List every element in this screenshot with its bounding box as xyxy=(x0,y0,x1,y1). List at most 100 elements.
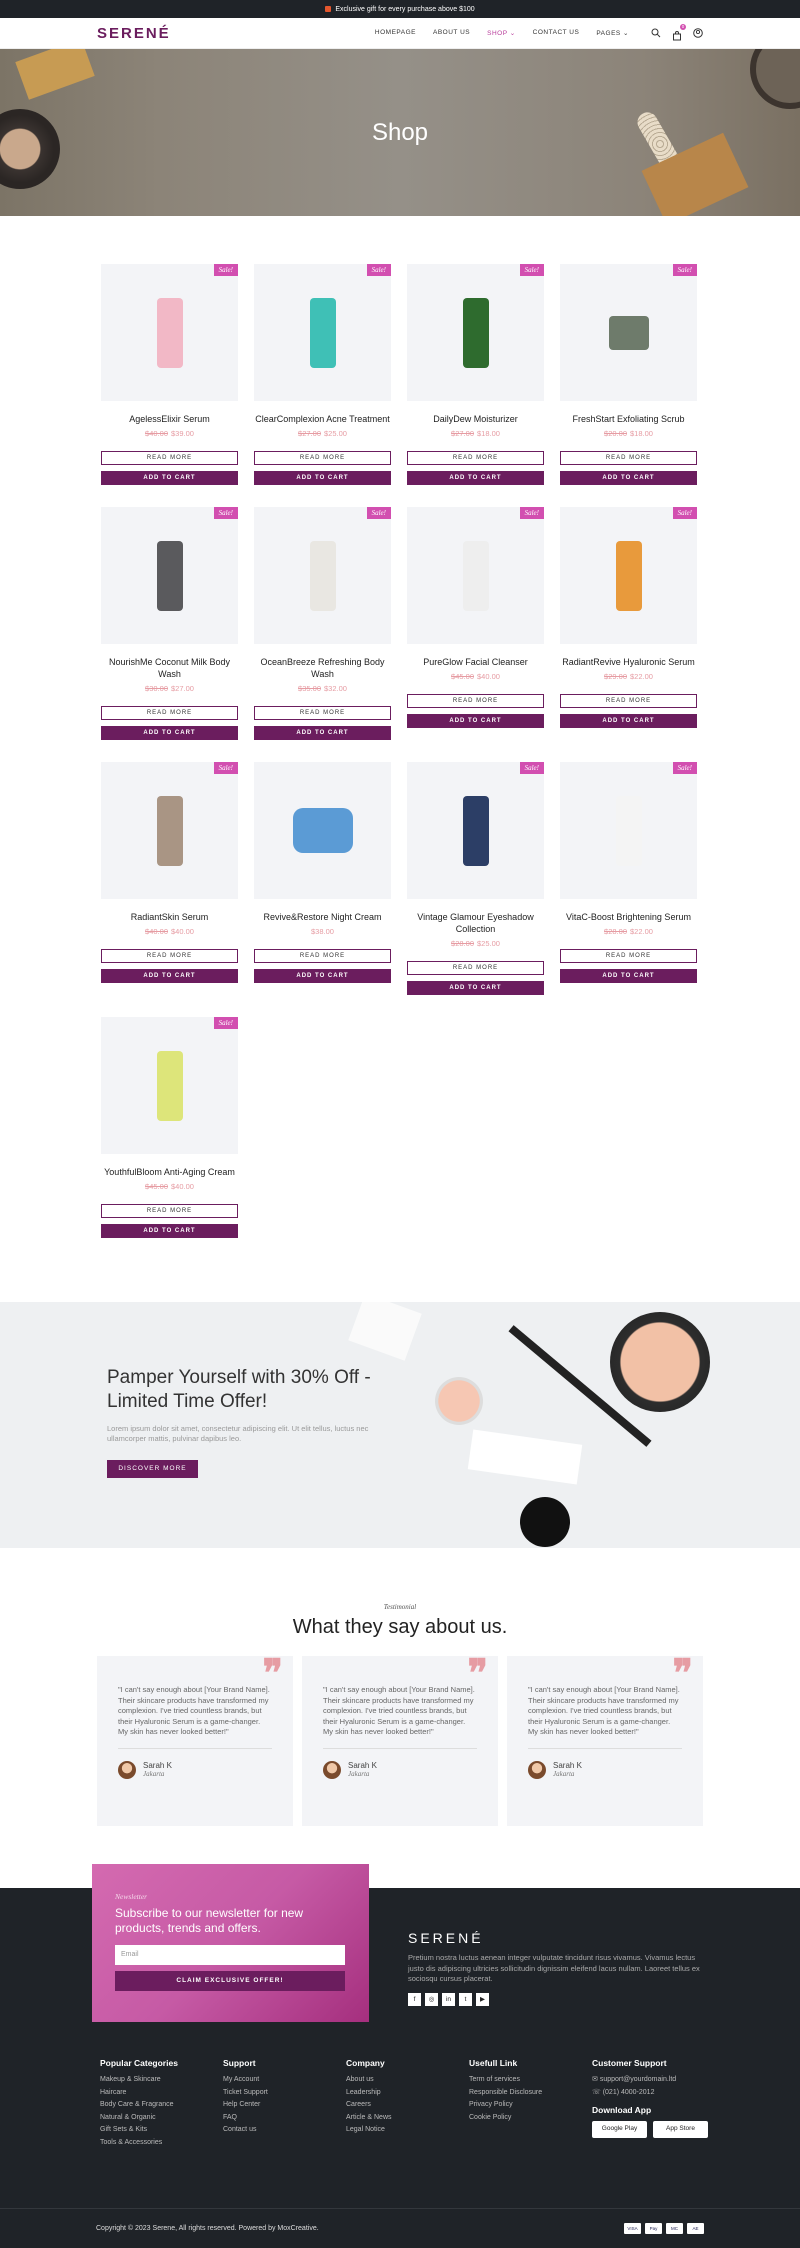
read-more-button[interactable]: READ MORE xyxy=(560,694,697,708)
read-more-button[interactable]: READ MORE xyxy=(560,949,697,963)
product-name[interactable]: YouthfulBloom Anti-Aging Cream xyxy=(101,1166,238,1178)
product-name[interactable]: OceanBreeze Refreshing Body Wash xyxy=(254,656,391,680)
product-image[interactable]: Sale! xyxy=(560,762,697,899)
account-icon[interactable] xyxy=(693,28,703,38)
product-name[interactable]: Revive&Restore Night Cream xyxy=(254,911,391,923)
discover-more-button[interactable]: DISCOVER MORE xyxy=(107,1460,198,1478)
footer-link[interactable]: My Account xyxy=(223,2074,346,2087)
product-image[interactable]: Sale! xyxy=(101,1017,238,1154)
site-logo[interactable]: SERENÉ xyxy=(97,25,171,42)
footer-link[interactable]: Cookie Policy xyxy=(469,2112,592,2125)
product-name[interactable]: Vintage Glamour Eyeshadow Collection xyxy=(407,911,544,935)
read-more-button[interactable]: READ MORE xyxy=(101,451,238,465)
search-icon[interactable] xyxy=(651,28,661,38)
footer-link[interactable]: Term of services xyxy=(469,2074,592,2087)
add-to-cart-button[interactable]: ADD TO CART xyxy=(560,714,697,728)
cart-icon[interactable]: 0 xyxy=(672,24,686,41)
footer-link[interactable]: Gift Sets & Kits xyxy=(100,2124,223,2137)
product-image[interactable]: Sale! xyxy=(101,507,238,644)
read-more-button[interactable]: READ MORE xyxy=(407,451,544,465)
footer-link[interactable]: FAQ xyxy=(223,2112,346,2125)
sale-badge: Sale! xyxy=(213,1017,238,1029)
instagram-icon[interactable]: ◎ xyxy=(425,1992,438,2006)
add-to-cart-button[interactable]: ADD TO CART xyxy=(101,471,238,485)
footer-link[interactable]: Haircare xyxy=(100,2087,223,2100)
nav-item[interactable]: SHOP ⌄ xyxy=(487,29,516,37)
add-to-cart-button[interactable]: ADD TO CART xyxy=(254,471,391,485)
footer-link[interactable]: About us xyxy=(346,2074,469,2087)
add-to-cart-button[interactable]: ADD TO CART xyxy=(254,969,391,983)
product-image[interactable]: Sale! xyxy=(407,264,544,401)
add-to-cart-button[interactable]: ADD TO CART xyxy=(254,726,391,740)
product-name[interactable]: FreshStart Exfoliating Scrub xyxy=(560,413,697,425)
facebook-icon[interactable]: f xyxy=(408,1992,421,2006)
product-image[interactable] xyxy=(254,762,391,899)
footer-link[interactable]: Responsible Disclosure xyxy=(469,2087,592,2100)
nav-item[interactable]: ABOUT US xyxy=(433,29,470,37)
nav-item[interactable]: CONTACT US xyxy=(533,29,580,37)
product-image[interactable]: Sale! xyxy=(407,507,544,644)
product-image[interactable]: Sale! xyxy=(254,507,391,644)
footer-link[interactable]: Contact us xyxy=(223,2124,346,2137)
read-more-button[interactable]: READ MORE xyxy=(254,451,391,465)
product-name[interactable]: DailyDew Moisturizer xyxy=(407,413,544,425)
read-more-button[interactable]: READ MORE xyxy=(101,706,238,720)
read-more-button[interactable]: READ MORE xyxy=(407,694,544,708)
footer-link[interactable]: Leadership xyxy=(346,2087,469,2100)
footer-link[interactable]: Tools & Accessories xyxy=(100,2137,223,2150)
youtube-icon[interactable]: ▶ xyxy=(476,1992,489,2006)
add-to-cart-button[interactable]: ADD TO CART xyxy=(407,981,544,995)
copyright-text: Copyright © 2023 Serene, All rights rese… xyxy=(96,2225,319,2232)
read-more-button[interactable]: READ MORE xyxy=(254,949,391,963)
footer-link[interactable]: Careers xyxy=(346,2099,469,2112)
read-more-button[interactable]: READ MORE xyxy=(560,451,697,465)
product-image[interactable]: Sale! xyxy=(254,264,391,401)
product-name[interactable]: RadiantSkin Serum xyxy=(101,911,238,923)
nav-item[interactable]: PAGES ⌄ xyxy=(596,29,629,37)
nav-item[interactable]: HOMEPAGE xyxy=(375,29,416,37)
product-image[interactable]: Sale! xyxy=(560,264,697,401)
add-to-cart-button[interactable]: ADD TO CART xyxy=(560,969,697,983)
product-image[interactable]: Sale! xyxy=(101,264,238,401)
read-more-button[interactable]: READ MORE xyxy=(101,949,238,963)
add-to-cart-button[interactable]: ADD TO CART xyxy=(101,726,238,740)
footer-link[interactable]: Article & News xyxy=(346,2112,469,2125)
add-to-cart-button[interactable]: ADD TO CART xyxy=(560,471,697,485)
add-to-cart-button[interactable]: ADD TO CART xyxy=(407,714,544,728)
footer-link[interactable]: Help Center xyxy=(223,2099,346,2112)
footer-link[interactable]: Makeup & Skincare xyxy=(100,2074,223,2087)
product-name[interactable]: RadiantRevive Hyaluronic Serum xyxy=(560,656,697,668)
product-name[interactable]: NourishMe Coconut Milk Body Wash xyxy=(101,656,238,680)
linkedin-icon[interactable]: in xyxy=(442,1992,455,2006)
product-image[interactable]: Sale! xyxy=(101,762,238,899)
product-name[interactable]: AgelessElixir Serum xyxy=(101,413,238,425)
footer-link[interactable]: Natural & Organic xyxy=(100,2112,223,2125)
current-price: $27.00 xyxy=(171,684,194,693)
add-to-cart-button[interactable]: ADD TO CART xyxy=(101,969,238,983)
claim-offer-button[interactable]: CLAIM EXCLUSIVE OFFER! xyxy=(115,1971,345,1991)
google-play-badge[interactable]: Google Play xyxy=(592,2121,647,2138)
twitter-icon[interactable]: t xyxy=(459,1992,472,2006)
read-more-button[interactable]: READ MORE xyxy=(254,706,391,720)
footer-logo[interactable]: SERENÉ xyxy=(408,1930,708,1946)
support-email[interactable]: ✉ support@yourdomain.ltd xyxy=(592,2074,762,2087)
product-card: Sale! RadiantSkin Serum $40.00 $40.00 READ M… xyxy=(101,762,238,995)
add-to-cart-button[interactable]: ADD TO CART xyxy=(101,1224,238,1238)
product-name[interactable]: VitaC-Boost Brightening Serum xyxy=(560,911,697,923)
email-input[interactable]: Email xyxy=(115,1945,345,1965)
add-to-cart-button[interactable]: ADD TO CART xyxy=(407,471,544,485)
current-price: $38.00 xyxy=(311,927,334,936)
read-more-button[interactable]: READ MORE xyxy=(407,961,544,975)
product-price: $27.00 $18.00 xyxy=(407,429,544,438)
footer-link[interactable]: Body Care & Fragrance xyxy=(100,2099,223,2112)
product-name[interactable]: ClearComplexion Acne Treatment xyxy=(254,413,391,425)
read-more-button[interactable]: READ MORE xyxy=(101,1204,238,1218)
app-store-badge[interactable]: App Store xyxy=(653,2121,708,2138)
product-image[interactable]: Sale! xyxy=(407,762,544,899)
footer-link[interactable]: Legal Notice xyxy=(346,2124,469,2137)
product-image[interactable]: Sale! xyxy=(560,507,697,644)
footer-link[interactable]: Privacy Policy xyxy=(469,2099,592,2112)
footer-link[interactable]: Ticket Support xyxy=(223,2087,346,2100)
support-phone[interactable]: ☏ (021) 4000-2012 xyxy=(592,2087,762,2100)
product-name[interactable]: PureGlow Facial Cleanser xyxy=(407,656,544,668)
